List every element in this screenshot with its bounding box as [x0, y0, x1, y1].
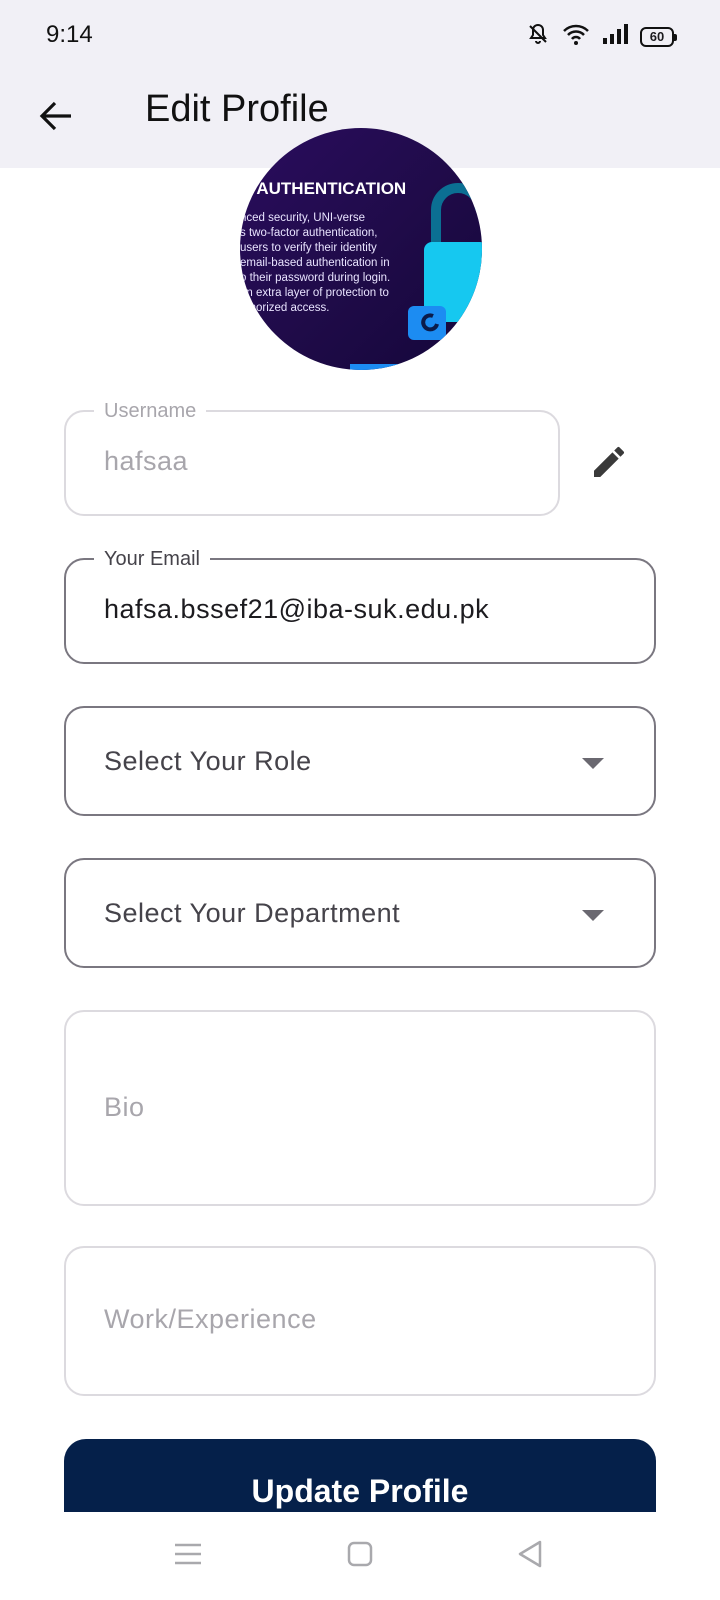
status-bar: 9:14 60: [0, 0, 720, 70]
battery-icon: 60: [640, 26, 677, 47]
avatar-line: email-based authentication in: [240, 257, 390, 269]
role-placeholder: Select Your Role: [104, 746, 312, 776]
email-value: hafsa.bssef21@iba-suk.edu.pk: [104, 594, 490, 624]
system-back-button[interactable]: [508, 1536, 552, 1576]
avatar-heading: R AUTHENTICATION: [240, 179, 406, 198]
chevron-down-icon: [582, 910, 604, 921]
avatar-line: nced security, UNI-verse: [240, 212, 365, 224]
chevron-down-icon: [582, 758, 604, 769]
avatar-line: uthorized access.: [240, 302, 330, 314]
email-label: Your Email: [94, 547, 210, 571]
mute-bell-icon: [526, 22, 550, 51]
username-field[interactable]: Username hafsaa: [64, 399, 560, 516]
back-button[interactable]: [28, 90, 84, 146]
wifi-icon: [562, 22, 590, 51]
avatar-line: s two-factor authentication,: [240, 227, 377, 239]
work-experience-field[interactable]: Work/Experience: [64, 1246, 656, 1396]
signal-icon: [602, 23, 628, 50]
bio-field[interactable]: Bio: [64, 1010, 656, 1206]
arrow-back-icon: [39, 101, 73, 136]
system-nav-bar: [0, 1512, 720, 1600]
status-time: 9:14: [46, 21, 93, 48]
department-placeholder: Select Your Department: [104, 898, 401, 928]
role-dropdown[interactable]: Select Your Role: [64, 706, 656, 816]
page-title: Edit Profile: [145, 88, 329, 130]
username-label: Username: [94, 399, 207, 423]
back-triangle-icon: [516, 1539, 544, 1574]
bio-placeholder: Bio: [104, 1092, 145, 1122]
work-experience-placeholder: Work/Experience: [104, 1304, 317, 1334]
menu-button[interactable]: [166, 1536, 210, 1576]
menu-icon: [173, 1541, 203, 1572]
home-button[interactable]: [338, 1536, 382, 1576]
avatar-line: an extra layer of protection to: [240, 287, 389, 299]
pencil-icon: [589, 442, 629, 487]
email-field[interactable]: Your Email hafsa.bssef21@iba-suk.edu.pk: [64, 547, 656, 664]
avatar-line: users to verify their identity: [240, 242, 377, 254]
department-dropdown[interactable]: Select Your Department: [64, 858, 656, 968]
avatar-line: o their password during login.: [240, 272, 390, 284]
home-square-icon: [346, 1540, 374, 1573]
status-icons: 60: [526, 22, 677, 51]
profile-avatar[interactable]: R AUTHENTICATION nced security, UNI-vers…: [240, 128, 482, 370]
username-value: hafsaa: [104, 446, 189, 476]
edit-username-button[interactable]: [583, 438, 635, 490]
